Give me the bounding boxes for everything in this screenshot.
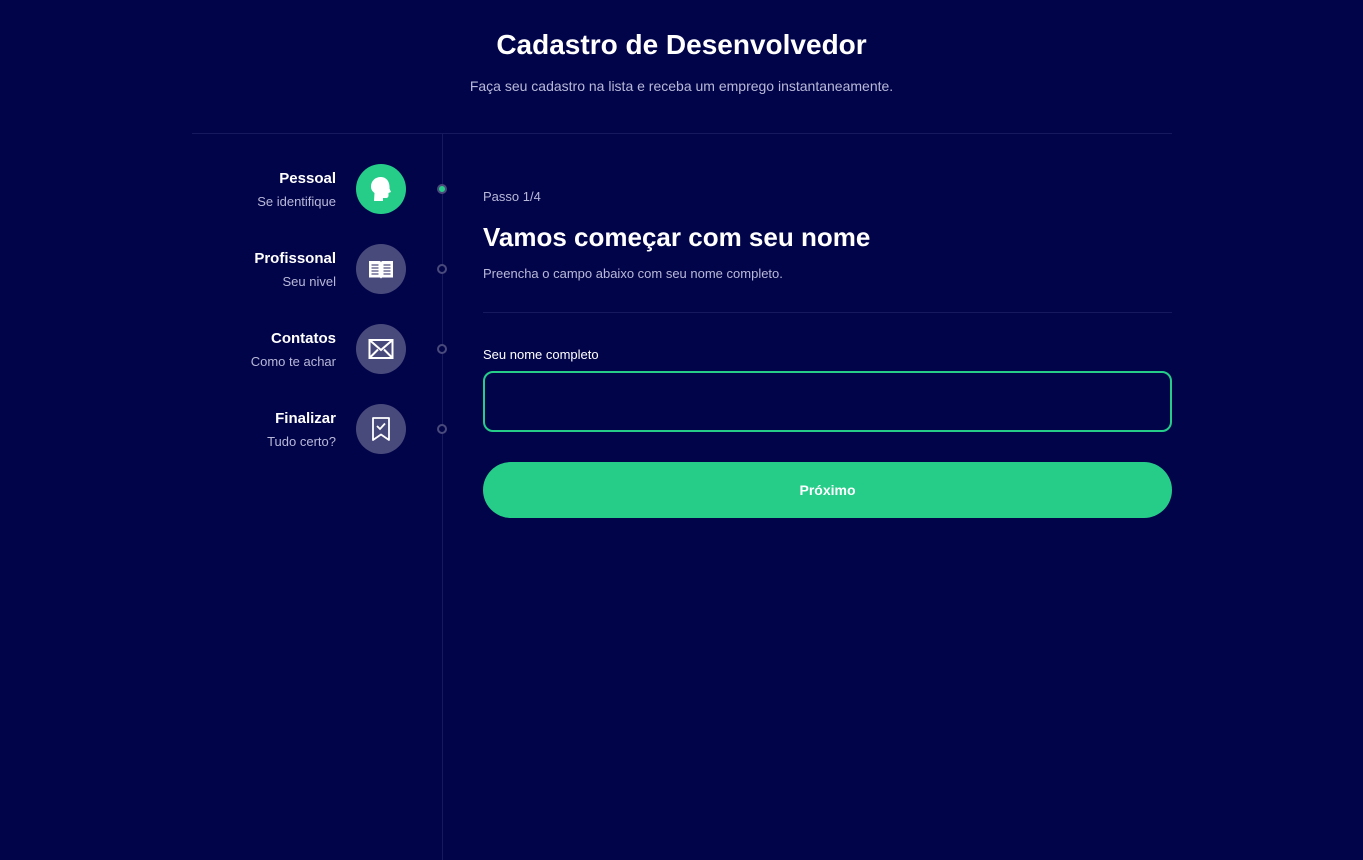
book-icon <box>369 261 393 279</box>
step-circle <box>356 324 406 374</box>
page-title: Cadastro de Desenvolvedor <box>496 29 867 60</box>
form-divider <box>483 312 1172 313</box>
step-title: Pessoal <box>279 170 336 187</box>
step-subtitle: Se identifique <box>257 194 336 209</box>
full-name-label: Seu nome completo <box>483 347 599 362</box>
step-text: Pessoal Se identifique <box>136 170 336 210</box>
step-item-finalizar[interactable]: Finalizar Tudo certo? <box>192 404 452 454</box>
step-title: Profissonal <box>254 250 336 267</box>
step-title: Finalizar <box>275 410 336 427</box>
step-circle <box>356 164 406 214</box>
step-circle <box>356 404 406 454</box>
step-subtitle: Seu nivel <box>282 274 336 289</box>
page-subtitle: Faça seu cadastro na lista e receba um e… <box>469 78 894 94</box>
step-item-profissional[interactable]: Profissonal Seu nivel <box>192 244 452 294</box>
step-text: Profissonal Seu nivel <box>136 250 336 290</box>
full-name-input[interactable] <box>483 371 1172 432</box>
step-indicator-dot <box>437 344 447 354</box>
step-indicator-dot <box>437 264 447 274</box>
step-text: Contatos Como te achar <box>136 330 336 370</box>
step-indicator-dot <box>437 184 447 194</box>
step-circle <box>356 244 406 294</box>
form-description: Preencha o campo abaixo com seu nome com… <box>483 266 783 281</box>
step-indicator-dot <box>437 424 447 434</box>
step-counter: Passo 1/4 <box>483 189 541 204</box>
step-text: Finalizar Tudo certo? <box>136 410 336 450</box>
step-subtitle: Como te achar <box>250 354 336 369</box>
step-item-pessoal[interactable]: Pessoal Se identifique <box>192 164 452 214</box>
bookmark-check-icon <box>372 417 390 441</box>
mail-icon <box>368 339 394 359</box>
head-icon <box>371 177 391 201</box>
step-title: Contatos <box>271 330 336 347</box>
page: Cadastro de Desenvolvedor Faça seu cadas… <box>0 0 1363 860</box>
header-divider <box>192 133 1172 134</box>
step-subtitle: Tudo certo? <box>267 434 336 449</box>
form-title: Vamos começar com seu nome <box>483 222 871 252</box>
sidebar-divider <box>442 134 443 860</box>
next-button[interactable]: Próximo <box>483 462 1172 518</box>
step-item-contatos[interactable]: Contatos Como te achar <box>192 324 452 374</box>
